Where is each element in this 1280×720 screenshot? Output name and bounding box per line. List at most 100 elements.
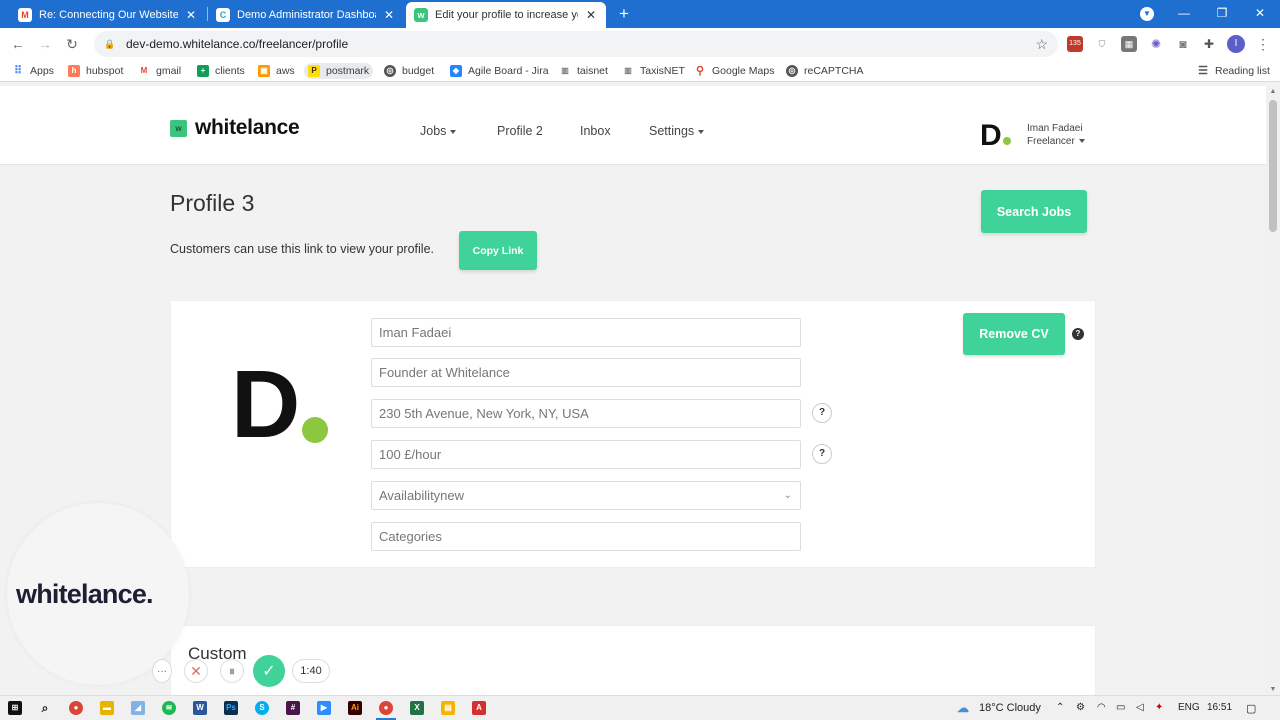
user-name[interactable]: Iman Fadaei <box>1027 123 1083 134</box>
file-explorer-icon[interactable]: ▬ <box>100 701 114 715</box>
nav-inbox[interactable]: Inbox <box>580 124 611 138</box>
nav-settings[interactable]: Settings <box>649 124 705 138</box>
close-icon[interactable]: ✕ <box>584 8 598 22</box>
app-icon[interactable]: ◢ <box>131 701 145 715</box>
close-window-button[interactable]: ✕ <box>1241 0 1279 28</box>
hourly-rate-field[interactable]: 100 £/hour <box>371 440 801 469</box>
avatar-dot <box>302 417 328 443</box>
bookmark-label: TaxisNET <box>640 65 685 77</box>
language-indicator[interactable]: ENG <box>1178 702 1200 713</box>
bookmark-hubspot[interactable]: h hubspot <box>68 63 123 79</box>
tab-gmail[interactable]: M Re: Connecting Our Website To T ✕ <box>10 2 206 28</box>
tab-dashboard[interactable]: C Demo Administrator Dashboard ✕ <box>208 2 404 28</box>
search-jobs-button[interactable]: Search Jobs <box>981 190 1087 233</box>
tray-app-icon[interactable]: ✦ <box>1155 702 1163 713</box>
bookmark-clients[interactable]: + clients <box>197 63 245 79</box>
chrome-icon[interactable]: ● <box>69 701 83 715</box>
recorder-pause-icon[interactable]: ⏸ <box>220 659 244 683</box>
minimize-button[interactable]: — <box>1165 0 1203 28</box>
name-field[interactable]: Iman Fadaei <box>371 318 801 347</box>
reading-list-icon: ☰ <box>1197 65 1209 77</box>
nav-jobs[interactable]: Jobs <box>420 124 457 138</box>
chrome-icon[interactable]: ● <box>379 701 393 715</box>
remove-cv-button[interactable]: Remove CV <box>963 313 1065 355</box>
bookmark-recaptcha[interactable]: ◎ reCAPTCHA <box>786 63 864 79</box>
spotify-icon[interactable]: ≋ <box>162 701 176 715</box>
notifications-icon[interactable]: ▢ <box>1246 702 1256 715</box>
tab-search-icon[interactable]: ▼ <box>1140 7 1154 21</box>
zoom-icon[interactable]: ▶ <box>317 701 331 715</box>
site-logo[interactable]: w whitelance <box>170 116 300 140</box>
illustrator-icon[interactable]: Ai <box>348 701 362 715</box>
weather-text[interactable]: 18°C Cloudy <box>979 702 1041 714</box>
bookmark-taisnet[interactable]: ▥ taisnet <box>559 63 608 79</box>
battery-icon[interactable]: ▭ <box>1116 702 1125 713</box>
camera-extension-icon[interactable]: ◙ <box>1175 36 1191 52</box>
bookmark-jira[interactable]: ◆ Agile Board - Jira <box>450 63 549 79</box>
nav-settings-label: Settings <box>649 124 695 138</box>
user-avatar[interactable]: D <box>980 121 1011 151</box>
reading-list-button[interactable]: ☰ Reading list <box>1197 63 1270 79</box>
scrollbar-thumb[interactable] <box>1269 100 1277 232</box>
headline-field[interactable]: Founder at Whitelance <box>371 358 801 387</box>
extension-icon[interactable]: ▦ <box>1121 36 1137 52</box>
address-bar[interactable]: 🔒 dev-demo.whitelance.co/freelancer/prof… <box>94 31 1058 57</box>
scroll-down-icon[interactable]: ▼ <box>1269 686 1277 693</box>
recorder-cancel-icon[interactable]: ✕ <box>184 659 208 683</box>
profile-avatar[interactable]: I <box>1227 35 1245 53</box>
app-icon[interactable]: ▤ <box>441 701 455 715</box>
restore-button[interactable]: ❐ <box>1203 0 1241 28</box>
shield-extension-icon[interactable]: ⛉ <box>1094 36 1110 52</box>
tab-title: Re: Connecting Our Website To T <box>39 9 178 21</box>
tray-chevron-icon[interactable]: ⌃ <box>1056 702 1064 713</box>
wifi-icon[interactable]: ◠ <box>1097 702 1106 713</box>
bookmark-apps[interactable]: ⠿ Apps <box>12 63 54 79</box>
puzzle-extensions-icon[interactable]: ✚ <box>1201 36 1217 52</box>
close-icon[interactable]: ✕ <box>184 8 198 22</box>
bookmark-gmail[interactable]: Mgmail <box>138 63 181 79</box>
cv-help-icon[interactable]: ? <box>1072 328 1084 340</box>
copy-link-button[interactable]: Copy Link <box>459 231 537 270</box>
reload-icon[interactable]: ↻ <box>61 33 83 55</box>
back-icon[interactable]: ← <box>7 33 29 55</box>
browser-tab-strip: M Re: Connecting Our Website To T ✕ C De… <box>0 0 1280 28</box>
photoshop-icon[interactable]: Ps <box>224 701 238 715</box>
tab-profile-active[interactable]: w Edit your profile to increase your ✕ <box>406 2 606 28</box>
categories-field[interactable]: Categories <box>371 522 801 551</box>
location-help-icon[interactable]: ? <box>812 403 832 423</box>
bookmark-postmark[interactable]: Ppostmark <box>304 63 374 79</box>
scroll-up-icon[interactable]: ▲ <box>1269 88 1277 95</box>
bookmark-budget[interactable]: ◎ budget <box>384 63 434 79</box>
slack-icon[interactable]: # <box>286 701 300 715</box>
calendar-extension-icon[interactable]: 135 <box>1067 36 1083 52</box>
word-icon[interactable]: W <box>193 701 207 715</box>
excel-icon[interactable]: X <box>410 701 424 715</box>
tray-app-icon[interactable]: ⚙ <box>1076 702 1085 713</box>
bookmark-star-icon[interactable]: ☆ <box>1035 36 1048 53</box>
acrobat-icon[interactable]: A <box>472 701 486 715</box>
aws-cube-icon: ▣ <box>258 65 270 77</box>
new-tab-button[interactable]: + <box>614 3 634 25</box>
availability-select[interactable]: Availabilitynew ⌄ <box>371 481 801 510</box>
bookmark-taxisnet[interactable]: ▥ TaxisNET <box>622 63 685 79</box>
location-field[interactable]: 230 5th Avenue, New York, NY, USA <box>371 399 801 428</box>
skype-icon[interactable]: S <box>255 701 269 715</box>
page-scrollbar[interactable]: ▲ ▼ <box>1266 86 1280 695</box>
close-icon[interactable]: ✕ <box>382 8 396 22</box>
windows-start-icon[interactable]: ⊞ <box>8 701 22 715</box>
profile-avatar-image[interactable]: D <box>231 357 300 453</box>
chevron-down-icon: ⌄ <box>783 490 792 501</box>
menu-dots-icon[interactable]: ⋮ <box>1252 33 1274 55</box>
nav-profile[interactable]: Profile 2 <box>497 124 543 138</box>
volume-icon[interactable]: ◁ <box>1136 702 1144 713</box>
recorder-finish-icon[interactable]: ✓ <box>253 655 285 687</box>
recorder-more-icon[interactable]: ··· <box>152 659 172 683</box>
forward-icon[interactable]: → <box>34 33 56 55</box>
clock[interactable]: 16:51 <box>1207 702 1232 713</box>
rate-help-icon[interactable]: ? <box>812 444 832 464</box>
bookmark-aws[interactable]: ▣ aws <box>258 63 295 79</box>
user-role-menu[interactable]: Freelancer <box>1027 136 1085 147</box>
gear-extension-icon[interactable]: ✺ <box>1148 36 1164 52</box>
search-icon[interactable]: ⌕ <box>38 701 52 715</box>
bookmark-google-maps[interactable]: ⚲ Google Maps <box>694 63 774 79</box>
